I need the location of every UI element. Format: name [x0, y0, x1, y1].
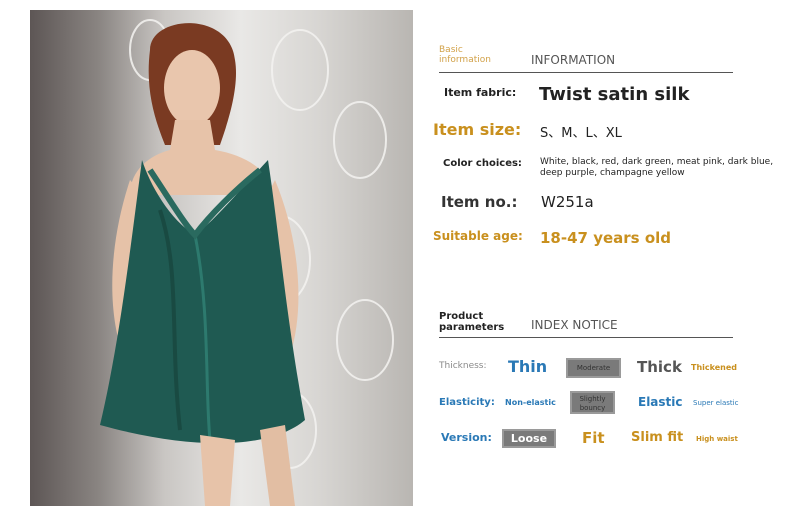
itemno-label: Item no.:	[441, 193, 518, 211]
size-label: Item size:	[433, 120, 522, 139]
basic-info-title-small: Basic information	[439, 45, 491, 65]
elasticity-label: Elasticity:	[439, 397, 495, 408]
fabric-value: Twist satin silk	[539, 84, 690, 105]
age-label: Suitable age:	[433, 229, 523, 243]
thickness-thin: Thin	[508, 357, 548, 376]
params-title-small: Product parameters	[439, 311, 505, 333]
fabric-label: Item fabric:	[444, 86, 517, 99]
version-high-waist: High waist	[696, 435, 738, 443]
color-label: Color choices:	[443, 158, 522, 169]
params-title-big: INDEX NOTICE	[531, 318, 618, 332]
color-value: White, black, red, dark green, meat pink…	[540, 157, 774, 178]
elasticity-elastic: Elastic	[638, 395, 683, 409]
version-label: Version:	[441, 431, 492, 444]
elasticity-non-elastic: Non-elastic	[505, 398, 556, 407]
thickness-label: Thickness:	[439, 361, 487, 371]
thickness-thickened: Thickened	[691, 363, 738, 372]
age-value: 18-47 years old	[540, 229, 672, 247]
thickness-moderate: Moderate	[566, 358, 621, 378]
version-slim-fit: Slim fit	[631, 430, 684, 445]
size-value: S、M、L、XL	[540, 126, 622, 141]
version-loose: Loose	[502, 429, 556, 448]
params-divider	[439, 337, 733, 338]
elasticity-slightly-bouncy: Slightly bouncy	[570, 391, 615, 414]
basic-info-title-big: INFORMATION	[531, 53, 616, 67]
version-fit: Fit	[582, 429, 605, 447]
elasticity-super-elastic: Super elastic	[693, 399, 739, 407]
product-photo	[30, 10, 413, 506]
thickness-thick: Thick	[637, 358, 682, 376]
itemno-value: W251a	[541, 193, 594, 211]
basic-info-divider	[439, 72, 733, 73]
